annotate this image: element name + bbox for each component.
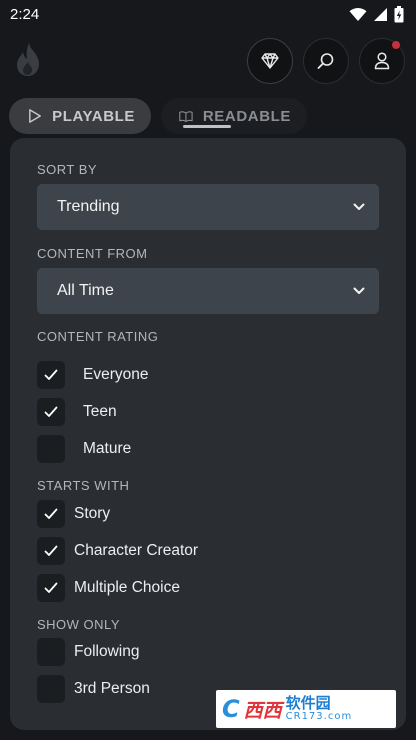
play-icon [29,109,41,123]
checkbox-box[interactable] [37,675,65,703]
checkbox-label: Multiple Choice [74,579,180,596]
watermark-url: CR173.com [285,710,353,722]
chevron-down-icon [353,203,365,210]
content-type-tabs: PLAYABLE READABLE [9,98,307,134]
content-rating-label: CONTENT RATING [37,329,159,344]
search-icon [317,53,334,69]
starts-multiple-choice-checkbox[interactable]: Multiple Choice [37,574,180,602]
filter-panel: SORT BY Trending CONTENT FROM All Time C… [10,138,406,730]
sort-by-label: SORT BY [37,162,98,177]
tab-playable-label: PLAYABLE [52,107,135,125]
content-from-select[interactable]: All Time [37,268,379,314]
checkbox-label: Teen [83,403,117,420]
checkbox-label: Mature [83,440,132,457]
checkmark-icon [44,406,58,417]
checkbox-box[interactable] [37,361,65,389]
checkbox-box[interactable] [37,435,65,463]
battery-icon [394,5,404,22]
book-icon [179,110,193,122]
show-only-label: SHOW ONLY [37,617,120,632]
checkbox-box[interactable] [37,638,65,666]
search-button[interactable] [303,38,349,84]
user-icon [374,52,390,70]
tab-readable[interactable]: READABLE [161,98,307,134]
rating-teen-checkbox[interactable]: Teen [37,398,117,426]
checkmark-icon [44,508,58,519]
checkbox-label: 3rd Person [74,680,150,697]
status-bar: 2:24 [0,0,416,28]
watermark-cn: 软件园 [285,693,331,712]
checkbox-label: Character Creator [74,542,199,559]
checkmark-icon [44,545,58,556]
wifi-icon [349,7,367,21]
show-following-checkbox[interactable]: Following [37,638,139,666]
checkbox-box[interactable] [37,574,65,602]
starts-character-creator-checkbox[interactable]: Character Creator [37,537,198,565]
flame-logo-icon [17,43,39,76]
account-button[interactable] [359,38,405,84]
content-from-label: CONTENT FROM [37,246,148,261]
sort-by-value: Trending [57,198,120,215]
rating-everyone-checkbox[interactable]: Everyone [37,361,148,389]
notification-dot [392,41,400,49]
starts-with-label: STARTS WITH [37,478,130,493]
checkmark-icon [44,369,58,380]
watermark-text: 软件园 CR173.com [285,693,353,722]
cellular-signal-icon [374,7,387,21]
rating-mature-checkbox[interactable]: Mature [37,435,131,463]
status-time: 2:24 [10,5,40,23]
premium-gem-button[interactable] [247,38,293,84]
checkmark-icon [44,582,58,593]
watermark-logo: C 西西 软件园 CR173.com [216,690,396,728]
checkbox-label: Following [74,643,140,660]
watermark-mark: C [222,695,240,723]
show-3rd-person-checkbox[interactable]: 3rd Person [37,675,150,703]
content-from-value: All Time [57,282,114,299]
checkbox-box[interactable] [37,398,65,426]
checkbox-label: Story [74,505,111,522]
drag-handle[interactable] [183,125,231,128]
sort-by-select[interactable]: Trending [37,184,379,230]
checkbox-box[interactable] [37,500,65,528]
starts-story-checkbox[interactable]: Story [37,500,110,528]
gem-icon [261,53,279,69]
checkbox-label: Everyone [83,366,149,383]
app-header [0,36,416,86]
checkbox-box[interactable] [37,537,65,565]
watermark-red-text: 西西 [243,699,282,722]
tab-playable[interactable]: PLAYABLE [9,98,151,134]
status-icons [349,5,404,23]
tab-readable-label: READABLE [202,107,291,125]
chevron-down-icon [353,287,365,294]
